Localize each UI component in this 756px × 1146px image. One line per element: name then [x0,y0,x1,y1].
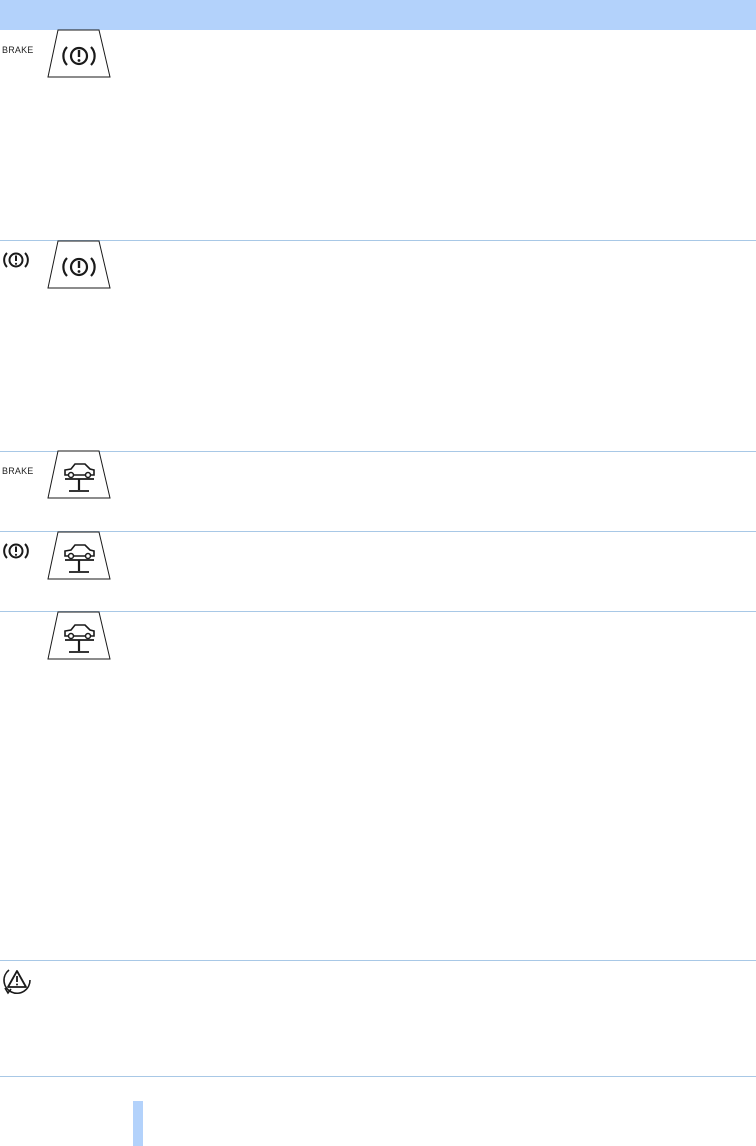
footer-bar [133,1101,143,1146]
warning-triangle-arrow-icon [1,964,33,996]
divider [0,1076,756,1077]
divider [0,531,756,532]
vehicle-lift-panel-icon [47,611,111,661]
header-band [0,0,756,30]
vehicle-lift-panel-icon [47,531,111,581]
brake-warning-panel-icon [47,29,111,79]
divider [0,960,756,961]
divider [0,240,756,241]
divider [0,611,756,612]
brake-warning-icon [2,250,30,270]
divider [0,451,756,452]
brake-warning-icon [2,541,30,561]
brake-label: BRAKE [2,466,34,476]
vehicle-lift-panel-icon [47,450,111,500]
brake-warning-panel-icon [47,240,111,290]
brake-label: BRAKE [2,45,34,55]
